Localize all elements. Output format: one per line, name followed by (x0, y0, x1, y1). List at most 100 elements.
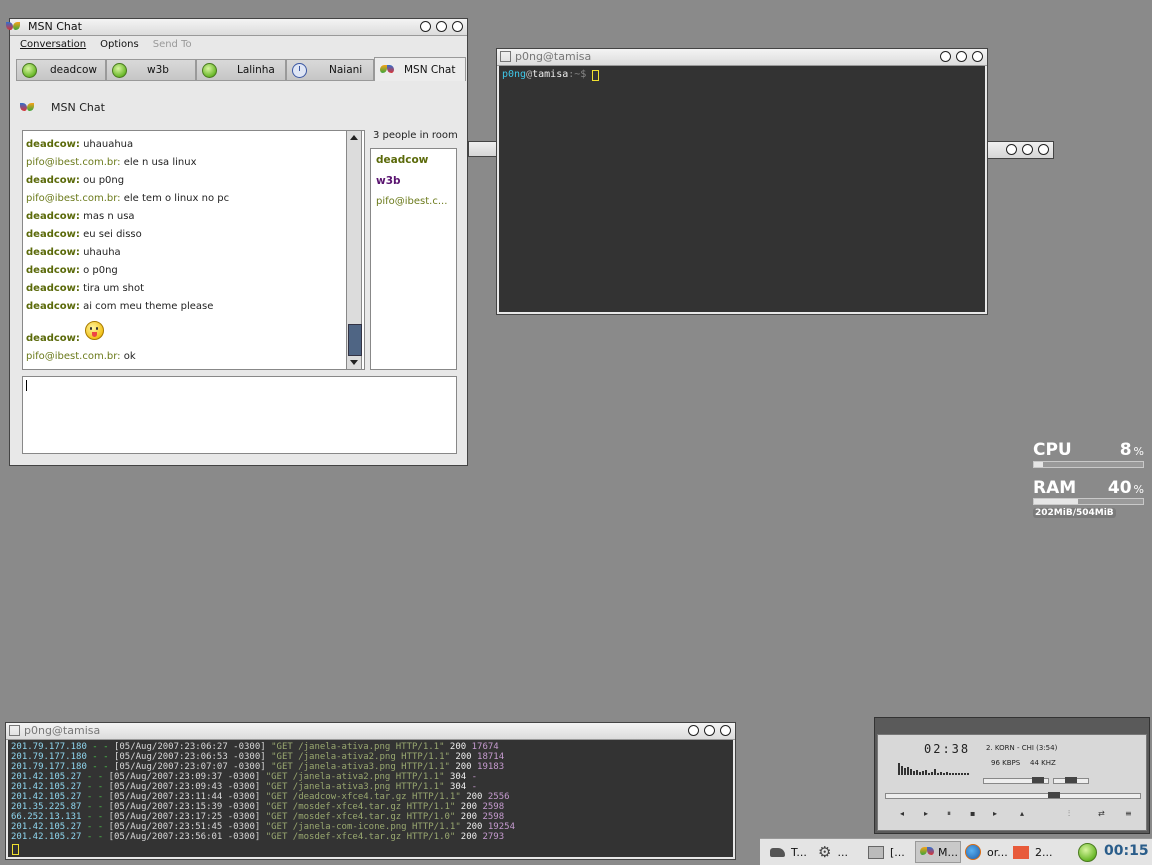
log-line: 201.79.177.180 - - [05/Aug/2007:23:07:07… (11, 762, 505, 772)
taskbar-item[interactable]: ⚙ ... (818, 841, 860, 863)
tab-label: w3b (147, 64, 169, 76)
people-count: 3 people in room (373, 130, 458, 141)
taskbar-item[interactable]: [... (868, 841, 912, 863)
equalizer-button[interactable]: ⫶ (1068, 809, 1070, 819)
taskbar: T... ⚙ ... [... M... or... 2... 00:15 (760, 838, 1152, 865)
log-line: 201.79.177.180 - - [05/Aug/2007:23:06:53… (11, 752, 505, 762)
seek-thumb[interactable] (1047, 792, 1060, 798)
chat-scrollbar[interactable] (346, 130, 362, 370)
menu-options[interactable]: Options (100, 39, 139, 55)
taskbar-item[interactable]: 2... (1013, 841, 1057, 863)
member-item[interactable]: w3b (376, 175, 401, 187)
log-line: 201.42.105.27 - - [05/Aug/2007:23:11:44 … (11, 792, 510, 802)
chat-message: pifo@ibest.com.br: ele n usa linux (26, 157, 197, 168)
terminal-area[interactable]: p0ng@tamisa:~$ (499, 66, 985, 312)
ram-usage-fill (1034, 499, 1078, 504)
text-cursor (26, 380, 27, 391)
maximize-button[interactable] (436, 21, 447, 32)
terminal-cursor (12, 844, 19, 855)
minimize-button[interactable] (688, 725, 699, 736)
member-item[interactable]: pifo@ibest.c... (376, 196, 447, 207)
menu-send-to[interactable]: Send To (153, 39, 192, 55)
minimize-button[interactable] (940, 51, 951, 62)
ram-usage-bar (1033, 498, 1144, 505)
tab-msn-chat[interactable]: MSN Chat (374, 57, 466, 81)
network-status-icon[interactable] (1078, 843, 1097, 862)
next-button[interactable]: ▸ (993, 809, 997, 818)
terminal-window-bottom: p0ng@tamisa 201.79.177.180 - - [05/Aug/2… (5, 722, 736, 860)
msn-butterfly-icon (380, 64, 394, 76)
tab-label: Naiani (329, 64, 363, 76)
scroll-up-arrow-icon[interactable] (350, 135, 358, 140)
ram-detail: 202MiB/504MiB (1033, 508, 1116, 518)
pause-button[interactable]: ⏸ (947, 809, 951, 819)
play-button[interactable]: ▸ (924, 809, 928, 818)
tab-w3b[interactable]: w3b (106, 59, 196, 81)
maximize-button[interactable] (956, 51, 967, 62)
player-panel: 02:38 2. KORN - CHI (3:54) 96 KBPS 44 KH… (877, 734, 1147, 831)
room-member-list[interactable]: deadcow w3b pifo@ibest.c... (370, 148, 457, 370)
balance-thumb[interactable] (1065, 777, 1077, 783)
terminal-titlebar[interactable]: p0ng@tamisa (6, 723, 735, 740)
chat-message: deadcow: o p0ng (26, 265, 118, 276)
chat-message: deadcow: uhauha (26, 247, 121, 258)
volume-slider[interactable] (983, 777, 1049, 784)
maximize-button[interactable] (704, 725, 715, 736)
chat-message: deadcow: (26, 333, 80, 344)
chat-message: deadcow: ou p0ng (26, 175, 125, 186)
seek-bar[interactable] (885, 792, 1141, 799)
taskbar-item[interactable]: or... (965, 841, 1009, 863)
chat-message: deadcow: eu sei disso (26, 229, 142, 240)
window-title: p0ng@tamisa (24, 724, 101, 737)
volume-thumb[interactable] (1032, 777, 1044, 783)
chat-message: deadcow: tira um shot (26, 283, 145, 294)
chat-titlebar[interactable]: MSN Chat (10, 19, 467, 36)
menu-conversation[interactable]: Conversation (20, 39, 86, 55)
taskbar-item[interactable]: T... (770, 841, 814, 863)
taskbar-item[interactable]: M... (915, 841, 961, 863)
terminal-titlebar[interactable]: p0ng@tamisa (497, 49, 987, 66)
balance-slider[interactable] (1053, 777, 1089, 784)
clock[interactable]: 00:15 (1104, 843, 1149, 859)
maximize-button[interactable] (1022, 144, 1033, 155)
taskbar-item-label: or... (987, 845, 1008, 859)
spectrum-visualizer (898, 763, 969, 775)
media-player: 02:38 2. KORN - CHI (3:54) 96 KBPS 44 KH… (874, 717, 1150, 834)
cpu-usage-bar (1033, 461, 1144, 468)
bitrate: 96 KBPS (991, 759, 1021, 767)
scroll-thumb[interactable] (348, 324, 362, 356)
tab-lalinha[interactable]: Lalinha (196, 59, 286, 81)
window-title: p0ng@tamisa (515, 50, 592, 63)
stop-button[interactable]: ▪ (970, 809, 975, 818)
playlist-button[interactable]: ≡ (1125, 809, 1132, 818)
member-item[interactable]: deadcow (376, 154, 428, 166)
repeat-button[interactable]: ⇄ (1098, 809, 1105, 818)
scroll-down-arrow-icon[interactable] (350, 360, 358, 365)
chat-log[interactable]: deadcow: uhauahua pifo@ibest.com.br: ele… (22, 130, 365, 370)
tab-label: MSN Chat (404, 63, 456, 76)
media-player-icon (1013, 845, 1029, 859)
message-input[interactable] (22, 376, 457, 454)
track-time: 02:38 (924, 742, 971, 756)
tab-deadcow[interactable]: deadcow (16, 59, 106, 81)
eject-button[interactable]: ▴ (1020, 809, 1024, 818)
tab-naiani[interactable]: Naiani (286, 59, 374, 81)
online-status-icon (112, 62, 127, 78)
close-button[interactable] (972, 51, 983, 62)
chat-message: deadcow: ai com meu theme please (26, 301, 214, 312)
minimize-button[interactable] (420, 21, 431, 32)
online-status-icon (22, 62, 37, 78)
close-button[interactable] (720, 725, 731, 736)
close-button[interactable] (1038, 144, 1049, 155)
cpu-readout: 8% (1119, 440, 1144, 460)
close-button[interactable] (452, 21, 463, 32)
sample-rate: 44 KHZ (1030, 759, 1056, 767)
background-window-titlebar[interactable] (987, 141, 1054, 159)
terminal-area[interactable]: 201.79.177.180 - - [05/Aug/2007:23:06:27… (8, 740, 733, 857)
chat-header-label: MSN Chat (51, 101, 105, 114)
previous-button[interactable]: ◂ (900, 809, 904, 818)
tab-label: deadcow (50, 64, 98, 76)
log-line: 201.35.225.87 - - [05/Aug/2007:23:15:39 … (11, 802, 505, 812)
window-title: MSN Chat (28, 20, 82, 33)
minimize-button[interactable] (1006, 144, 1017, 155)
